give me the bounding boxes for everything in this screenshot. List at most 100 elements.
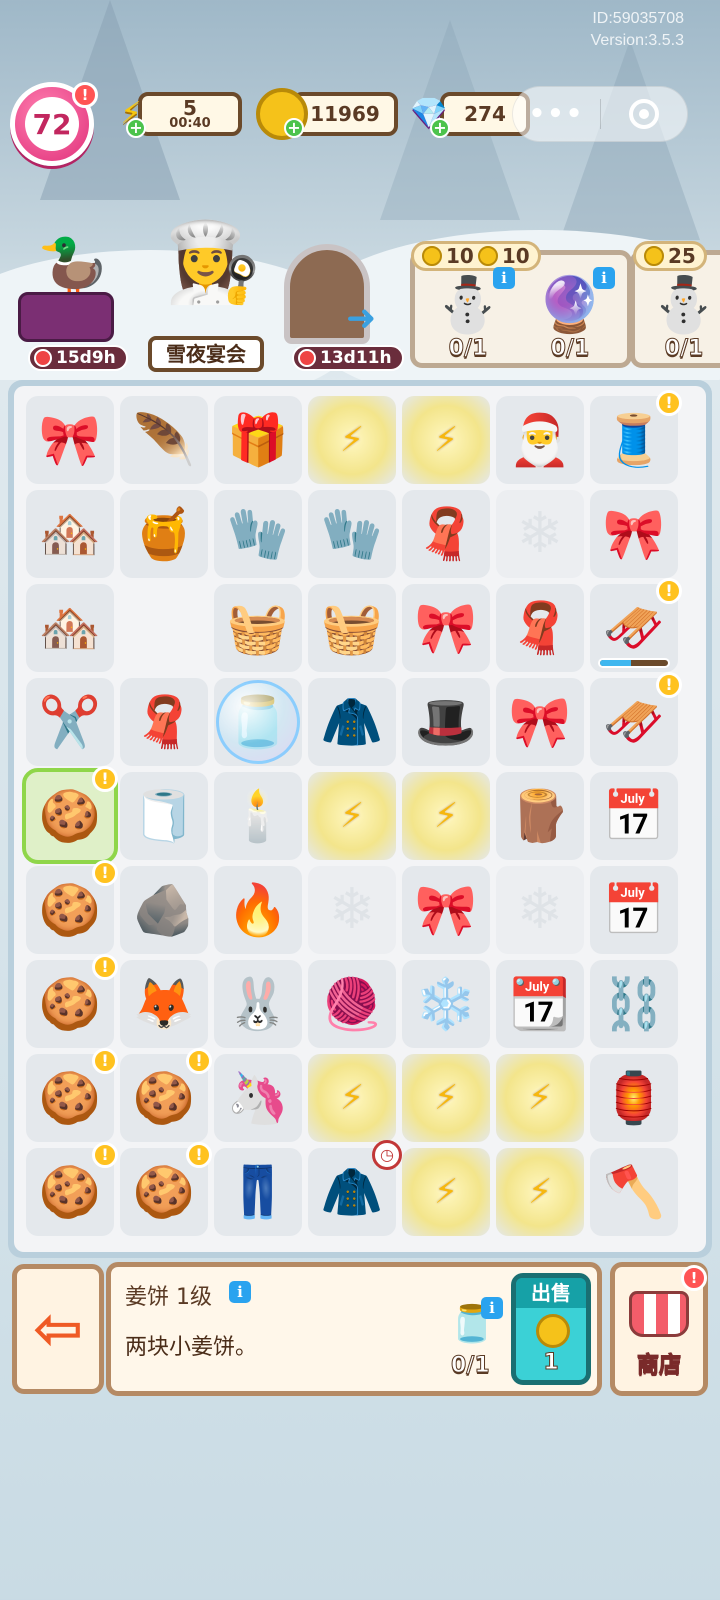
board-cell[interactable]: 🪶 <box>120 396 208 484</box>
empty-cell-snowflake-icon[interactable]: ❄ <box>496 866 584 954</box>
add-gems-button[interactable]: + <box>430 118 450 138</box>
order-1-slot-2-count: 0/1 <box>550 336 590 362</box>
coin-icon <box>536 1314 570 1348</box>
merge-item-icon: 📅 <box>602 881 666 939</box>
locked-item-cell[interactable]: ⚡ <box>402 772 490 860</box>
locked-item-cell[interactable]: ⚡ <box>308 772 396 860</box>
board-cell[interactable]: 🧣 <box>496 584 584 672</box>
board-cell[interactable]: 🏮 <box>590 1054 678 1142</box>
board-cell[interactable]: 🍯 <box>120 490 208 578</box>
item-info-icon[interactable]: i <box>229 1281 251 1303</box>
board-cell[interactable]: 📆 <box>496 960 584 1048</box>
board-cell[interactable]: ⛓️ <box>590 960 678 1048</box>
board-cell[interactable]: 🧵! <box>590 390 682 484</box>
board-cell[interactable]: ❄️ <box>402 960 490 1048</box>
board-cell[interactable]: 🪓 <box>590 1148 678 1236</box>
board-cell[interactable]: 🧥 ◷ <box>308 1140 402 1236</box>
merge-item-icon: 🎀 <box>38 411 102 469</box>
info-icon[interactable]: i <box>493 267 515 289</box>
board-cell[interactable]: 🫙 <box>214 678 302 766</box>
merge-item-icon: 🎀 <box>602 505 666 563</box>
required-info-icon[interactable]: i <box>481 1297 503 1319</box>
board-cell[interactable]: 🧥 <box>308 678 396 766</box>
clock-icon <box>298 349 316 367</box>
board-cell[interactable]: 🧤 <box>308 490 396 578</box>
board-cell[interactable]: 🍪! <box>22 766 118 864</box>
board-cell[interactable]: 🏘️ <box>26 490 114 578</box>
board-cell[interactable]: 🧣 <box>120 678 208 766</box>
door-event[interactable]: ➜ <box>280 244 390 354</box>
locked-item-cell[interactable]: ⚡ <box>402 1148 490 1236</box>
board-cell[interactable]: 🪵 <box>496 772 584 860</box>
board-cell[interactable]: 👖 <box>214 1148 302 1236</box>
exclamation-badge-icon: ! <box>186 1142 212 1168</box>
locked-item-cell[interactable]: ⚡ <box>402 396 490 484</box>
merge-item-icon: 🪵 <box>508 787 572 845</box>
more-menu-button[interactable]: ••• <box>513 99 600 129</box>
empty-cell-snowflake-icon[interactable]: ❄ <box>308 866 396 954</box>
board-cell[interactable]: ✂️ <box>26 678 114 766</box>
board-cell[interactable]: 🐰 <box>214 960 302 1048</box>
add-energy-button[interactable]: + <box>126 118 146 138</box>
board-cell[interactable]: 🧻 <box>120 772 208 860</box>
board-cell[interactable]: 🧺 <box>308 584 396 672</box>
board-cell[interactable]: 🍪! <box>26 954 118 1048</box>
board-cell[interactable]: 📅 <box>590 772 678 860</box>
info-icon[interactable]: i <box>593 267 615 289</box>
arrow-right-icon: ➜ <box>346 298 377 339</box>
board-cell[interactable]: 🧶 <box>308 960 396 1048</box>
board-cell[interactable]: 🎀 <box>402 866 490 954</box>
locked-item-cell[interactable]: ⚡ <box>402 1054 490 1142</box>
board-cell[interactable]: 🏘️ <box>26 584 114 672</box>
order-card-1[interactable]: 10 10 ⛄ 0/1 i 🔮 0/1 i <box>410 241 632 368</box>
shop-button[interactable]: 商店 ! <box>610 1262 708 1396</box>
board-cell[interactable]: 🍪! <box>26 1142 118 1236</box>
snow-party-event[interactable]: 👩‍🍳 <box>140 214 270 344</box>
merge-item-icon: 🍪 <box>132 1069 196 1127</box>
board-cell[interactable]: 🦄 <box>214 1054 302 1142</box>
locked-item-cell[interactable]: ⚡ <box>308 396 396 484</box>
snow-party-sign[interactable]: 雪夜宴会 <box>148 336 264 372</box>
order-2-cost-a: 25 <box>668 244 696 268</box>
board-cell[interactable]: 🕯️ <box>214 772 302 860</box>
board-cell[interactable]: 🧤 <box>214 490 302 578</box>
board-cell[interactable]: 🦊 <box>120 960 208 1048</box>
exclamation-badge-icon: ! <box>92 1048 118 1074</box>
board-cell[interactable]: 🎩 <box>402 678 490 766</box>
locked-item-cell[interactable]: ⚡ <box>496 1148 584 1236</box>
board-cell[interactable]: 🎁 <box>214 396 302 484</box>
merge-item-icon: ✂️ <box>38 693 102 751</box>
merge-item-icon: 🧥 <box>320 693 384 751</box>
locked-item-cell[interactable]: ⚡ <box>496 1054 584 1142</box>
board-cell[interactable]: 🧺 <box>214 584 302 672</box>
sell-button[interactable]: 出售 1 <box>511 1273 591 1385</box>
board-cell[interactable]: 🎀 <box>496 678 584 766</box>
merge-item-icon: 🧺 <box>320 599 384 657</box>
board-cell[interactable]: 🪨 <box>120 866 208 954</box>
board-cell[interactable]: 🛷! <box>590 672 682 766</box>
board-cell[interactable]: 🔥 <box>214 866 302 954</box>
board-cell[interactable]: 🎀 <box>26 396 114 484</box>
merge-item-icon: 🎀 <box>414 599 478 657</box>
order-2-slot-snowman[interactable]: ⛄ 0/1 <box>641 267 720 362</box>
empty-cell-snowflake-icon[interactable]: ❄ <box>496 490 584 578</box>
board-cell[interactable]: 🍪! <box>26 1048 118 1142</box>
board-cell[interactable]: 🛷! <box>590 578 682 672</box>
board-cell[interactable]: 📅 <box>590 866 678 954</box>
add-coins-button[interactable]: + <box>284 118 304 138</box>
lightning-lock-icon: ⚡ <box>528 1172 552 1212</box>
board-cell[interactable]: 🍪! <box>120 1142 212 1236</box>
board-cell[interactable]: 🍪! <box>120 1048 212 1142</box>
board-cell[interactable]: 🧣 <box>402 490 490 578</box>
board-cell[interactable]: 🎀 <box>590 490 678 578</box>
exit-button[interactable]: ⇦ <box>12 1264 104 1394</box>
close-miniprogram-button[interactable] <box>601 99 687 129</box>
locked-item-cell[interactable]: ⚡ <box>308 1054 396 1142</box>
board-cell[interactable]: 🎅 <box>496 396 584 484</box>
version-info: ID:59035708 Version:3.5.3 <box>591 8 684 52</box>
order-card-2[interactable]: 25 ⛄ 0/1 <box>630 241 720 368</box>
coin-value: 11969 <box>310 102 380 126</box>
sell-label: 出售 <box>516 1278 586 1308</box>
board-cell[interactable]: 🎀 <box>402 584 490 672</box>
board-cell[interactable]: 🍪! <box>26 860 118 954</box>
